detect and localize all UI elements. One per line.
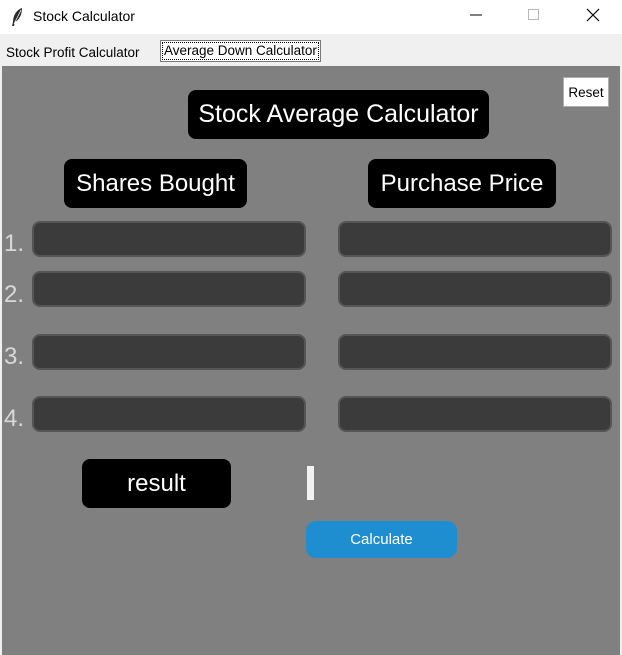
- shares-input-4[interactable]: [32, 396, 306, 432]
- tab-stock-profit-calculator[interactable]: Stock Profit Calculator: [6, 45, 140, 60]
- minimize-button[interactable]: [452, 0, 500, 34]
- minimize-icon: [470, 8, 482, 26]
- price-input-3[interactable]: [338, 334, 612, 370]
- title-bar: Stock Calculator: [0, 0, 622, 34]
- shares-input-1[interactable]: [32, 221, 306, 257]
- price-input-1[interactable]: [338, 221, 612, 257]
- shares-input-3[interactable]: [32, 334, 306, 370]
- close-button[interactable]: [569, 0, 617, 34]
- price-input-2[interactable]: [338, 271, 612, 307]
- window-title: Stock Calculator: [33, 8, 135, 24]
- shares-bought-header: Shares Bought: [64, 159, 247, 208]
- feather-icon: [10, 7, 24, 27]
- maximize-button[interactable]: [510, 0, 558, 34]
- tab-average-down-calculator[interactable]: Average Down Calculator: [160, 40, 321, 62]
- row-number-3: 3.: [4, 343, 25, 370]
- calculate-button[interactable]: Calculate: [306, 521, 457, 558]
- row-number-1: 1.: [4, 230, 25, 257]
- reset-button[interactable]: Reset: [563, 77, 609, 107]
- price-input-4[interactable]: [338, 396, 612, 432]
- shares-input-2[interactable]: [32, 271, 306, 307]
- row-number-2: 2.: [4, 281, 25, 308]
- page-title: Stock Average Calculator: [188, 90, 489, 139]
- close-icon: [586, 8, 600, 27]
- purchase-price-header: Purchase Price: [368, 159, 556, 208]
- tab-bar: Stock Profit Calculator Average Down Cal…: [0, 34, 622, 66]
- result-label: result: [82, 459, 231, 508]
- result-value: [307, 466, 314, 500]
- row-number-4: 4.: [4, 405, 25, 432]
- maximize-icon: [528, 8, 540, 26]
